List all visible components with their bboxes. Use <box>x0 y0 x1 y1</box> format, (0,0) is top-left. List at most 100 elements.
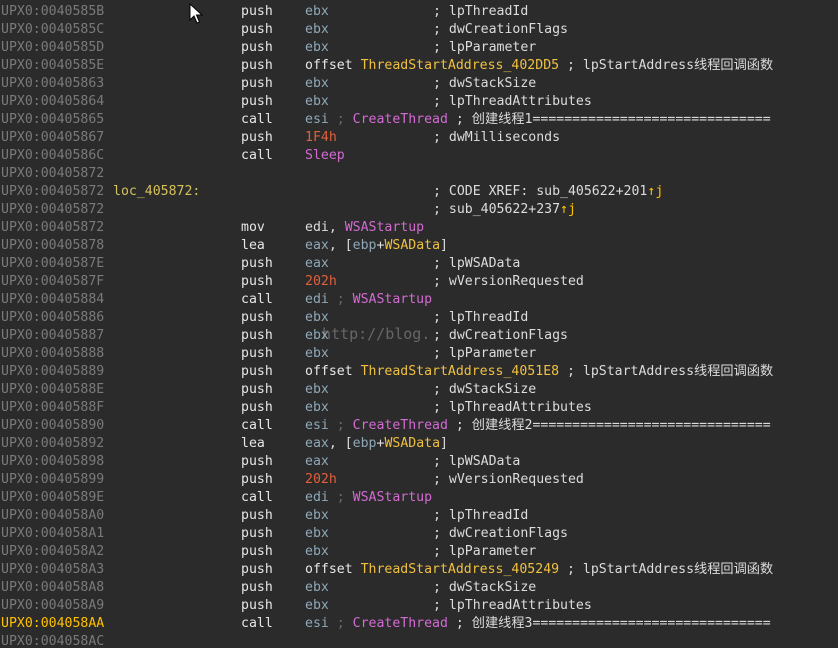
line-address[interactable]: UPX0:0040585D <box>1 39 104 57</box>
function-name[interactable]: WSAStartup <box>353 292 432 307</box>
disasm-line[interactable]: UPX0:00405872 loc_405872: ; CODE XREF: sub… <box>0 183 838 201</box>
line-address[interactable]: UPX0:004058A1 <box>1 525 104 543</box>
instruction-operands[interactable]: eax <box>305 453 329 471</box>
disasm-line[interactable]: UPX0:0040585D push ebx ; lpParameter <box>0 39 838 57</box>
line-address[interactable]: UPX0:0040585E <box>1 57 104 75</box>
line-address[interactable]: UPX0:0040587E <box>1 255 104 273</box>
instruction-operands[interactable]: ebx <box>305 75 329 93</box>
line-address[interactable]: UPX0:00405872 <box>1 219 104 237</box>
disasm-line[interactable]: UPX0:00405865 call esi ; CreateThread ; 创建… <box>0 111 838 129</box>
line-address[interactable]: UPX0:00405898 <box>1 453 104 471</box>
line-address[interactable]: UPX0:004058AA <box>1 615 104 633</box>
function-name[interactable]: CreateThread <box>353 616 448 631</box>
instruction-operands[interactable]: ebx <box>305 597 329 615</box>
instruction-operands[interactable]: Sleep <box>305 147 345 165</box>
disasm-line[interactable]: UPX0:0040587E push eax ; lpWSAData <box>0 255 838 273</box>
disasm-line[interactable]: UPX0:00405878 lea eax, [ebp+WSAData] <box>0 237 838 255</box>
disasm-line[interactable]: UPX0:00405899 push 202h ; wVersionRequested <box>0 471 838 489</box>
line-address[interactable]: UPX0:00405872 <box>1 201 104 219</box>
instruction-operands[interactable]: ebx <box>305 309 329 327</box>
disasm-line[interactable]: UPX0:00405887 push ebx ; dwCreationFlags <box>0 327 838 345</box>
instruction-operands[interactable]: edi ; WSAStartup <box>305 489 432 507</box>
function-name[interactable]: WSAStartup <box>353 490 432 505</box>
instruction-operands[interactable]: ebx <box>305 21 329 39</box>
instruction-operands[interactable]: ebx <box>305 507 329 525</box>
instruction-operands[interactable]: 202h <box>305 471 337 489</box>
instruction-operands[interactable]: edi, WSAStartup <box>305 219 424 237</box>
disasm-line[interactable]: UPX0:004058A0 push ebx ; lpThreadId <box>0 507 838 525</box>
line-address[interactable]: UPX0:0040587F <box>1 273 104 291</box>
instruction-operands[interactable]: edi ; WSAStartup <box>305 291 432 309</box>
disasm-line[interactable]: UPX0:00405864 push ebx ; lpThreadAttributes <box>0 93 838 111</box>
instruction-operands[interactable]: esi ; CreateThread ; 创建线程3==============… <box>305 615 771 633</box>
symbol-name[interactable]: ThreadStartAddress_405249 <box>361 562 560 577</box>
disasm-line[interactable]: UPX0:00405872 ; sub_405622+237↑j <box>0 201 838 219</box>
instruction-operands[interactable]: ebx <box>305 345 329 363</box>
line-address[interactable]: UPX0:004058A2 <box>1 543 104 561</box>
line-address[interactable]: UPX0:0040588E <box>1 381 104 399</box>
line-address[interactable]: UPX0:00405889 <box>1 363 104 381</box>
disasm-line[interactable]: UPX0:0040588F push ebx ; lpThreadAttributes <box>0 399 838 417</box>
line-address[interactable]: UPX0:0040588F <box>1 399 104 417</box>
disasm-line[interactable]: UPX0:00405892 lea eax, [ebp+WSAData] <box>0 435 838 453</box>
instruction-operands[interactable]: ebx <box>305 93 329 111</box>
disasm-line[interactable]: UPX0:00405872 mov edi, WSAStartup <box>0 219 838 237</box>
disasm-line[interactable]: UPX0:00405888 push ebx ; lpParameter <box>0 345 838 363</box>
disasm-line[interactable]: UPX0:00405884 call edi ; WSAStartup <box>0 291 838 309</box>
instruction-operands[interactable]: 1F4h <box>305 129 337 147</box>
line-address[interactable]: UPX0:00405872 <box>1 165 104 183</box>
line-address[interactable]: UPX0:004058A8 <box>1 579 104 597</box>
instruction-operands[interactable]: ebx <box>305 579 329 597</box>
symbol-name[interactable]: ThreadStartAddress_4051E8 <box>361 364 560 379</box>
line-address[interactable]: UPX0:00405890 <box>1 417 104 435</box>
xref-comment[interactable]: ; sub_405622+237↑j <box>433 201 576 219</box>
disasm-line[interactable]: UPX0:004058A8 push ebx ; dwStackSize <box>0 579 838 597</box>
line-address[interactable]: UPX0:0040589E <box>1 489 104 507</box>
instruction-operands[interactable]: ebx <box>305 327 329 345</box>
instruction-operands[interactable]: esi ; CreateThread ; 创建线程2==============… <box>305 417 771 435</box>
disasm-line[interactable]: UPX0:004058AC <box>0 633 838 648</box>
function-name[interactable]: WSAStartup <box>345 220 424 235</box>
symbol-name[interactable]: WSAData <box>384 238 440 253</box>
disasm-line[interactable]: UPX0:004058A2 push ebx ; lpParameter <box>0 543 838 561</box>
line-address[interactable]: UPX0:004058A9 <box>1 597 104 615</box>
symbol-name[interactable]: ThreadStartAddress_402DD5 <box>361 58 560 73</box>
function-name[interactable]: CreateThread <box>353 418 448 433</box>
code-label[interactable]: loc_405872: <box>113 183 200 201</box>
instruction-operands[interactable]: eax, [ebp+WSAData] <box>305 237 448 255</box>
line-address[interactable]: UPX0:00405872 <box>1 183 104 201</box>
xref-comment[interactable]: ; CODE XREF: sub_405622+201↑j <box>433 183 663 201</box>
disasm-line[interactable]: UPX0:00405886 push ebx ; lpThreadId <box>0 309 838 327</box>
instruction-operands[interactable]: eax, [ebp+WSAData] <box>305 435 448 453</box>
disasm-line[interactable]: UPX0:0040587F push 202h ; wVersionRequested <box>0 273 838 291</box>
disasm-line[interactable]: UPX0:0040588E push ebx ; dwStackSize <box>0 381 838 399</box>
line-address[interactable]: UPX0:004058A0 <box>1 507 104 525</box>
function-name[interactable]: CreateThread <box>353 112 448 127</box>
instruction-operands[interactable]: esi ; CreateThread ; 创建线程1==============… <box>305 111 771 129</box>
line-address[interactable]: UPX0:00405899 <box>1 471 104 489</box>
disasm-line[interactable]: UPX0:00405872 <box>0 165 838 183</box>
symbol-name[interactable]: WSAData <box>384 436 440 451</box>
instruction-operands[interactable]: offset ThreadStartAddress_402DD5 ; lpSta… <box>305 57 773 75</box>
disasm-line[interactable]: UPX0:00405890 call esi ; CreateThread ; 创建… <box>0 417 838 435</box>
disasm-line[interactable]: UPX0:004058A9 push ebx ; lpThreadAttributes <box>0 597 838 615</box>
line-address[interactable]: UPX0:00405892 <box>1 435 104 453</box>
line-address[interactable]: UPX0:00405878 <box>1 237 104 255</box>
disasm-line[interactable]: UPX0:004058AA call esi ; CreateThread ; 创建… <box>0 615 838 633</box>
disasm-line[interactable]: UPX0:0040589E call edi ; WSAStartup <box>0 489 838 507</box>
instruction-operands[interactable]: ebx <box>305 381 329 399</box>
disasm-line[interactable]: UPX0:004058A1 push ebx ; dwCreationFlags <box>0 525 838 543</box>
instruction-operands[interactable]: eax <box>305 255 329 273</box>
line-address[interactable]: UPX0:0040585B <box>1 3 104 21</box>
line-address[interactable]: UPX0:00405888 <box>1 345 104 363</box>
line-address[interactable]: UPX0:00405865 <box>1 111 104 129</box>
line-address[interactable]: UPX0:00405887 <box>1 327 104 345</box>
line-address[interactable]: UPX0:00405884 <box>1 291 104 309</box>
disasm-line[interactable]: UPX0:00405867 push 1F4h ; dwMilliseconds <box>0 129 838 147</box>
line-address[interactable]: UPX0:00405867 <box>1 129 104 147</box>
instruction-operands[interactable]: ebx <box>305 39 329 57</box>
instruction-operands[interactable]: offset ThreadStartAddress_405249 ; lpSta… <box>305 561 773 579</box>
instruction-operands[interactable]: ebx <box>305 399 329 417</box>
disasm-line[interactable]: UPX0:00405898 push eax ; lpWSAData <box>0 453 838 471</box>
instruction-operands[interactable]: offset ThreadStartAddress_4051E8 ; lpSta… <box>305 363 773 381</box>
